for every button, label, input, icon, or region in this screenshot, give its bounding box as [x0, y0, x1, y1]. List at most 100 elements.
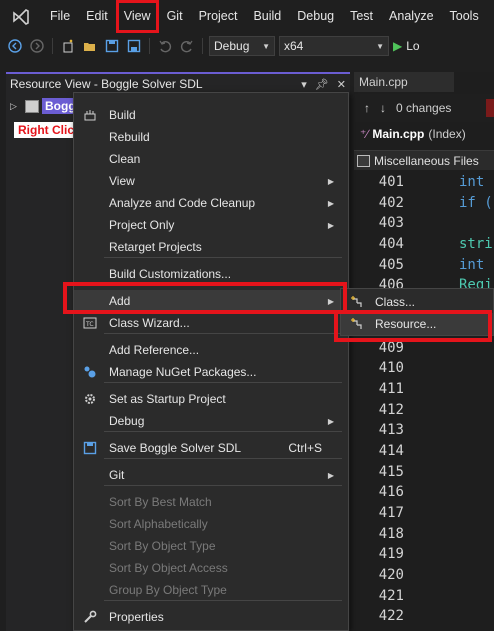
platform-dropdown[interactable]: x64 ▼ — [279, 36, 389, 56]
menu-item-add-reference[interactable]: Add Reference... — [74, 339, 348, 361]
new-item-icon[interactable] — [59, 37, 77, 55]
menu-item-build[interactable]: Build — [74, 104, 348, 126]
nuget-icon — [76, 365, 104, 379]
menu-item-label: Sort Alphabetically — [109, 517, 208, 531]
configuration-dropdown[interactable]: Debug ▼ — [209, 36, 275, 56]
menu-item-set-as-startup-project[interactable]: Set as Startup Project — [74, 388, 348, 410]
chevron-down-icon: ▼ — [376, 41, 384, 51]
line-code: if ( — [459, 194, 493, 211]
menu-item-rebuild[interactable]: Rebuild — [74, 126, 348, 148]
code-line: 412 — [354, 400, 494, 421]
platform-value: x64 — [284, 39, 304, 53]
menu-item-label: Retarget Projects — [109, 240, 202, 254]
menu-git[interactable]: Git — [159, 0, 191, 33]
menu-tools[interactable]: Tools — [442, 0, 487, 33]
toolbar-separator — [149, 38, 150, 54]
menu-debug[interactable]: Debug — [289, 0, 342, 33]
gear-icon — [76, 392, 104, 406]
changes-count: 0 changes — [396, 101, 452, 115]
tab-main-cpp[interactable]: Main.cpp — [354, 72, 454, 92]
menu-item-sort-by-object-type: Sort By Object Type — [74, 535, 348, 557]
menu-item-git[interactable]: Git ▶ — [74, 464, 348, 486]
tree-item-project[interactable]: ▷ Boggle Solver SDL — [6, 97, 74, 115]
code-lines[interactable]: 401int402if (403404stri405int406Regi4074… — [354, 172, 494, 627]
line-number: 403 — [378, 215, 404, 232]
menu-item-label: Set as Startup Project — [109, 392, 226, 406]
redo-icon[interactable] — [178, 37, 196, 55]
line-number: 411 — [378, 380, 404, 397]
file-header: ⁺∕ Main.cpp (Index) — [360, 127, 466, 141]
save-all-icon[interactable] — [125, 37, 143, 55]
menu-file[interactable]: File — [42, 0, 78, 33]
code-line: 403 — [354, 213, 494, 234]
arrow-up-icon[interactable]: ↑ — [364, 101, 370, 115]
menu-analyze[interactable]: Analyze — [381, 0, 441, 33]
code-line: 420 — [354, 565, 494, 586]
close-icon[interactable]: ✕ — [337, 78, 346, 91]
code-line: 409 — [354, 338, 494, 359]
line-number: 418 — [378, 525, 404, 542]
forward-icon[interactable] — [28, 37, 46, 55]
menu-item-analyze-and-code-cleanup[interactable]: Analyze and Code Cleanup ▶ — [74, 192, 348, 214]
submenu-item-class[interactable]: Class... — [341, 291, 493, 313]
chevron-down-icon: ▼ — [262, 41, 270, 51]
dropdown-icon[interactable]: ▾ — [301, 78, 307, 91]
menu-item-manage-nuget-packages[interactable]: Manage NuGet Packages... — [74, 361, 348, 383]
chevron-right-icon[interactable]: ▷ — [10, 101, 22, 112]
svg-text:TC: TC — [85, 321, 94, 328]
menu-item-properties[interactable]: Properties — [74, 606, 348, 628]
toolbar-separator — [202, 38, 203, 54]
menu-item-project-only[interactable]: Project Only ▶ — [74, 214, 348, 236]
code-line: 413 — [354, 420, 494, 441]
menu-edit[interactable]: Edit — [78, 0, 116, 33]
code-line: 416 — [354, 482, 494, 503]
code-line: 414 — [354, 441, 494, 462]
back-icon[interactable] — [6, 37, 24, 55]
menu-item-class-wizard[interactable]: TC Class Wizard... — [74, 312, 348, 334]
menu-item-add[interactable]: Add ▶ — [74, 290, 348, 312]
panel-title: Resource View - Boggle Solver SDL — [10, 77, 203, 91]
submenu-item-resource[interactable]: Resource... — [341, 313, 493, 335]
menu-build[interactable]: Build — [245, 0, 289, 33]
line-number: 401 — [378, 174, 404, 190]
run-button-label[interactable]: Lo — [406, 39, 419, 53]
menu-item-sort-by-best-match: Sort By Best Match — [74, 491, 348, 513]
menu-item-label: Manage NuGet Packages... — [109, 365, 257, 379]
menu-item-retarget-projects[interactable]: Retarget Projects — [74, 236, 348, 258]
chevron-right-icon: ▶ — [327, 296, 334, 306]
menu-view[interactable]: View — [115, 0, 159, 33]
menu-item-clean[interactable]: Clean — [74, 148, 348, 170]
menu-item-debug[interactable]: Debug ▶ — [74, 410, 348, 432]
visual-studio-logo-icon[interactable] — [0, 0, 42, 33]
menu-item-view[interactable]: View ▶ — [74, 170, 348, 192]
line-code: stri — [459, 236, 493, 253]
git-changes-bar: ↑ ↓ 0 changes — [354, 94, 494, 122]
play-icon[interactable]: ▶ — [393, 39, 402, 53]
line-number: 421 — [378, 587, 404, 604]
menu-item-save-boggle-solver-sdl[interactable]: Save Boggle Solver SDL Ctrl+S — [74, 437, 348, 459]
code-line: 422 — [354, 606, 494, 627]
line-number: 405 — [378, 256, 404, 273]
menu-test[interactable]: Test — [342, 0, 381, 33]
tree-item-label: Boggle Solver SDL — [42, 98, 74, 114]
line-number: 410 — [378, 360, 404, 377]
arrow-down-icon[interactable]: ↓ — [380, 101, 386, 115]
menu-item-label: Sort By Object Access — [109, 561, 228, 575]
resource-file-icon — [25, 99, 39, 113]
menu-item-build-customizations[interactable]: Build Customizations... — [74, 263, 348, 285]
save-icon[interactable] — [103, 37, 121, 55]
line-number: 402 — [378, 194, 404, 211]
menu-item-label: Class Wizard... — [109, 316, 190, 330]
panel-title-bar: Resource View - Boggle Solver SDL ▾ 📌︎ ✕ — [6, 72, 350, 94]
add-submenu: Class... Resource... — [340, 288, 494, 336]
pin-icon[interactable]: 📌︎ — [315, 78, 329, 91]
line-code: int — [459, 174, 485, 190]
line-number: 415 — [378, 463, 404, 480]
open-folder-icon[interactable] — [81, 37, 99, 55]
menu-item-label: Sort By Best Match — [109, 495, 212, 509]
menu-project[interactable]: Project — [191, 0, 246, 33]
line-number: 416 — [378, 484, 404, 501]
line-number: 409 — [378, 339, 404, 356]
undo-icon[interactable] — [156, 37, 174, 55]
scope-dropdown[interactable]: Miscellaneous Files — [354, 150, 494, 170]
